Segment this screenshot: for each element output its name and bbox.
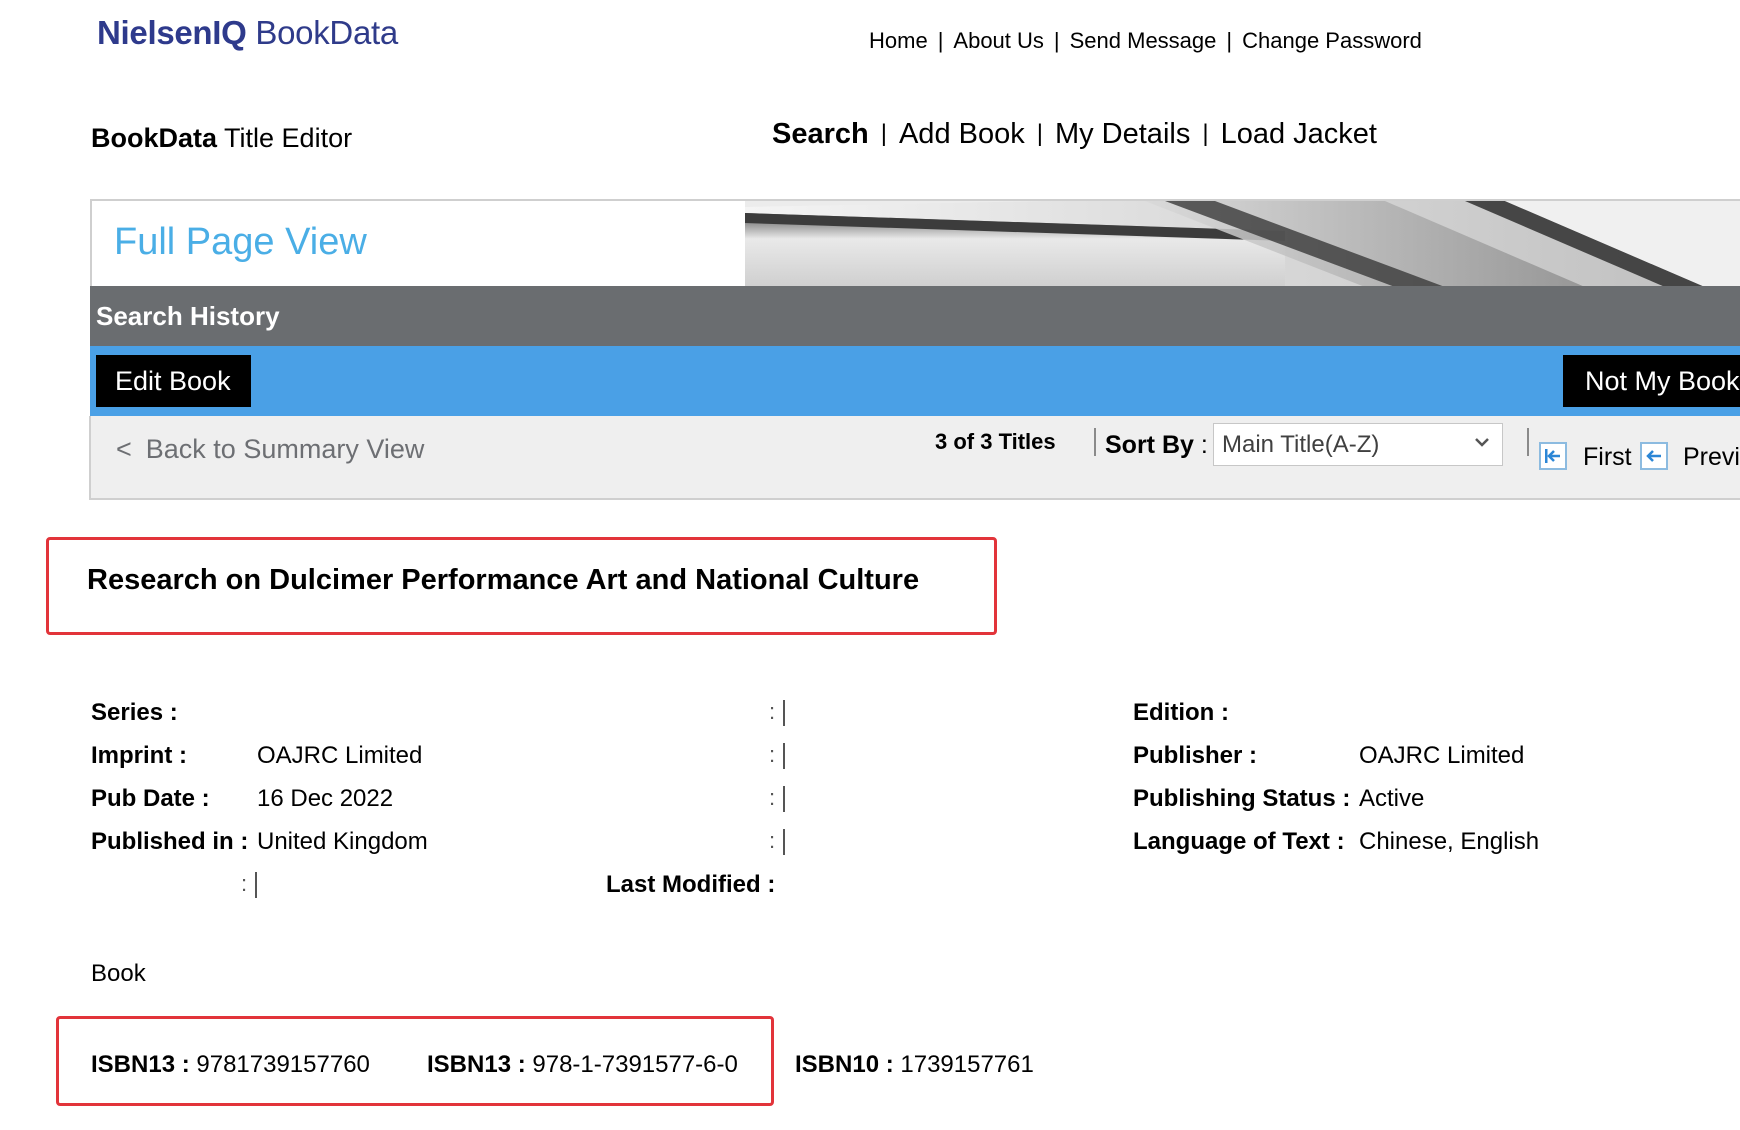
isbn10-field: ISBN10 : 1739157761 <box>795 1051 1034 1079</box>
nav-separator: | <box>880 120 887 147</box>
pub-date-label: Pub Date : <box>91 785 210 812</box>
page-banner: Full Page View <box>90 199 1740 287</box>
divider <box>1527 428 1529 456</box>
edit-book-label: Edit Book <box>115 366 231 396</box>
tab-add-book[interactable]: Add Book <box>899 118 1025 150</box>
book-title: Research on Dulcimer Performance Art and… <box>87 564 920 596</box>
page-title: Full Page View <box>114 221 367 263</box>
sort-by-label: Sort By : <box>1105 431 1208 460</box>
main-nav: Search | Add Book | My Details | Load Jacket <box>772 118 1377 151</box>
nav-separator: | <box>1036 120 1043 147</box>
isbn13-label: ISBN13 : <box>91 1051 190 1078</box>
last-modified-label: Last Modified : <box>606 871 776 898</box>
sort-select[interactable]: Main Title(A-Z) <box>1213 423 1503 466</box>
first-page-icon[interactable] <box>1539 442 1567 470</box>
logo[interactable]: NielsenIQ BookData <box>97 14 398 52</box>
books-banner-image <box>745 201 1740 287</box>
sort-select-value: Main Title(A-Z) <box>1222 431 1380 458</box>
sort-by-colon: : <box>1200 431 1208 459</box>
search-history-label: Search History <box>96 301 280 331</box>
nav-separator: | <box>937 28 944 53</box>
book-format: Book <box>91 960 146 987</box>
imprint-value: OAJRC Limited <box>257 742 423 769</box>
language-label: Language of Text : <box>1133 828 1345 855</box>
tab-search[interactable]: Search <box>772 118 869 150</box>
nav-about-us-link[interactable]: About Us <box>953 28 1044 53</box>
edit-book-button[interactable]: Edit Book <box>96 355 251 407</box>
pub-date-value: 16 Dec 2022 <box>257 785 394 812</box>
series-label: Series : <box>91 699 178 726</box>
previous-page-link[interactable]: Previ <box>1683 443 1740 472</box>
app-name-rest: Title Editor <box>217 123 353 153</box>
publisher-value: OAJRC Limited <box>1359 742 1525 769</box>
nav-home-link[interactable]: Home <box>869 28 928 53</box>
nav-separator: | <box>1226 28 1233 53</box>
empty-field-marker: : <box>769 699 786 727</box>
first-page-link[interactable]: First <box>1583 443 1632 472</box>
not-my-book-button[interactable]: Not My Book <box>1563 355 1740 407</box>
isbn13-hyphenated-value: 978-1-7391577-6-0 <box>532 1051 738 1078</box>
published-in-value: United Kingdom <box>257 828 428 855</box>
back-arrow-icon: < <box>116 434 132 464</box>
isbn13-hyphenated-field: ISBN13 : 978-1-7391577-6-0 <box>427 1051 738 1079</box>
top-nav: Home | About Us | Send Message | Change Passwo… <box>869 28 1422 54</box>
app-name-bold: BookData <box>91 123 218 153</box>
isbn10-value: 1739157761 <box>900 1051 1034 1078</box>
isbn13-field: ISBN13 : 9781739157760 <box>91 1051 370 1079</box>
publisher-label: Publisher : <box>1133 742 1258 769</box>
isbn13-hyphenated-label: ISBN13 : <box>427 1051 526 1078</box>
edition-label: Edition : <box>1133 699 1229 726</box>
empty-field-marker: : <box>241 871 258 899</box>
app-name: BookData Title Editor <box>91 123 352 154</box>
back-to-summary-label: Back to Summary View <box>145 434 425 464</box>
imprint-label: Imprint : <box>91 742 187 769</box>
previous-page-icon[interactable] <box>1640 442 1668 470</box>
isbn13-value: 9781739157760 <box>196 1051 370 1078</box>
chevron-down-icon <box>1475 438 1489 447</box>
search-history-bar[interactable]: Search History <box>90 286 1740 346</box>
logo-brand: NielsenIQ <box>97 14 247 51</box>
empty-field-marker: : <box>769 828 786 856</box>
empty-field-marker: : <box>769 785 786 813</box>
nav-separator: | <box>1202 120 1209 147</box>
publishing-status-value: Active <box>1359 785 1425 812</box>
sort-by-text: Sort By <box>1105 431 1194 459</box>
published-in-label: Published in : <box>91 828 249 855</box>
not-my-book-label: Not My Book <box>1585 366 1740 396</box>
logo-product: BookData <box>255 14 398 51</box>
results-count: 3 of 3 Titles <box>935 429 1056 454</box>
tab-load-jacket[interactable]: Load Jacket <box>1221 118 1377 150</box>
publishing-status-label: Publishing Status : <box>1133 785 1351 812</box>
divider <box>1094 428 1096 456</box>
nav-send-message-link[interactable]: Send Message <box>1070 28 1217 53</box>
back-to-summary-link[interactable]: < Back to Summary View <box>116 434 424 465</box>
tab-my-details[interactable]: My Details <box>1055 118 1190 150</box>
nav-change-password-link[interactable]: Change Password <box>1242 28 1422 53</box>
language-value: Chinese, English <box>1359 828 1540 855</box>
action-bar <box>90 346 1740 416</box>
book-title-box: Research on Dulcimer Performance Art and… <box>46 537 997 635</box>
isbn10-label: ISBN10 : <box>795 1051 894 1078</box>
empty-field-marker: : <box>769 742 786 770</box>
nav-separator: | <box>1053 28 1060 53</box>
